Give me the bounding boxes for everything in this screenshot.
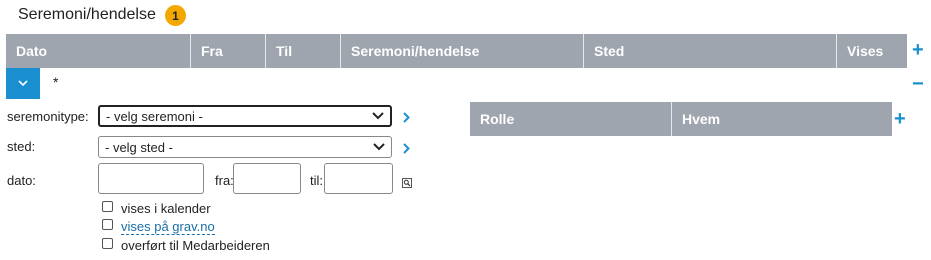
column-header-seremoni[interactable]: Seremoni/hendelse xyxy=(341,34,584,68)
add-event-button[interactable]: + xyxy=(912,40,924,60)
seremonitype-next-icon[interactable] xyxy=(403,110,410,128)
til-label: til: xyxy=(310,173,323,188)
sted-select[interactable]: - velg sted - xyxy=(98,136,392,158)
vises-i-kalender-label: vises i kalender xyxy=(121,201,211,216)
section-title: Seremoni/hendelse xyxy=(18,6,156,23)
sted-next-icon[interactable] xyxy=(403,141,410,159)
dropdown-arrow-icon xyxy=(373,143,385,151)
calendar-search-icon[interactable] xyxy=(402,175,412,193)
count-badge: 1 xyxy=(165,5,186,26)
column-header-hvem[interactable]: Hvem xyxy=(672,102,892,136)
column-header-vises[interactable]: Vises xyxy=(837,34,907,68)
expand-row-button[interactable] xyxy=(6,68,40,99)
add-role-button[interactable]: + xyxy=(894,109,906,129)
sted-label: sted: xyxy=(7,139,36,154)
vises-pa-grav-checkbox[interactable] xyxy=(102,219,113,230)
sted-value: - velg sted - xyxy=(105,139,173,155)
column-header-til[interactable]: Til xyxy=(266,34,341,68)
overfort-medarbeideren-label: overført til Medarbeideren xyxy=(121,238,270,253)
fra-input[interactable] xyxy=(233,163,301,194)
fra-label: fra: xyxy=(215,173,234,188)
column-header-rolle[interactable]: Rolle xyxy=(470,102,672,136)
column-header-dato[interactable]: Dato xyxy=(6,34,191,68)
dropdown-arrow-icon xyxy=(372,112,384,120)
row-marker: * xyxy=(53,74,59,90)
vises-pa-grav-link[interactable]: vises på grav.no xyxy=(121,219,215,235)
seremonitype-label: seremonitype: xyxy=(7,109,89,124)
collapse-row-button[interactable]: − xyxy=(912,74,924,94)
roles-table-header: Rolle Hvem xyxy=(470,102,892,136)
column-header-fra[interactable]: Fra xyxy=(191,34,266,68)
til-input[interactable] xyxy=(324,163,393,194)
seremonitype-value: - velg seremoni - xyxy=(106,108,203,124)
seremonitype-select[interactable]: - velg seremoni - xyxy=(98,105,392,127)
dato-input[interactable] xyxy=(98,163,204,194)
vises-i-kalender-checkbox[interactable] xyxy=(102,201,113,212)
chevron-down-icon xyxy=(18,80,28,87)
column-header-sted[interactable]: Sted xyxy=(584,34,837,68)
overfort-medarbeideren-checkbox[interactable] xyxy=(102,238,113,249)
dato-label: dato: xyxy=(7,173,36,188)
events-table-header: Dato Fra Til Seremoni/hendelse Sted Vise… xyxy=(6,34,907,68)
